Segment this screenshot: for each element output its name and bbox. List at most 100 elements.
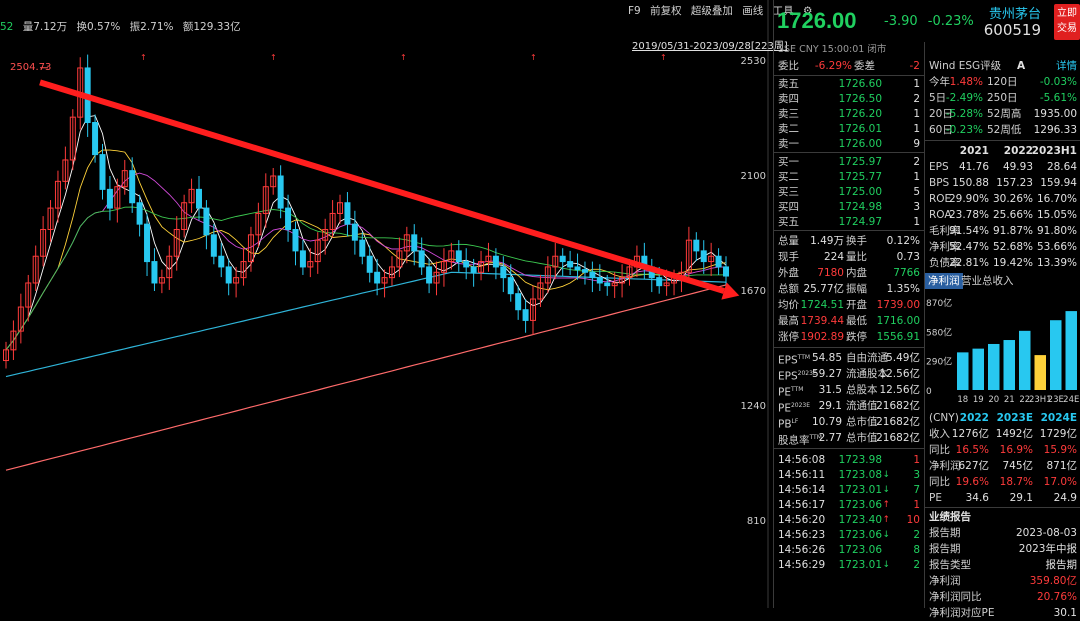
bid-label: 买二 — [778, 171, 799, 183]
bid-row: 买二 1725.77 1 — [774, 169, 924, 185]
bid-price: 1724.97 — [838, 216, 882, 228]
stat-row: 总量 1.49万 换手 0.12% — [774, 233, 924, 249]
candle-body — [500, 266, 507, 279]
valuation-value: 2.77 — [818, 432, 842, 444]
last-price: 1726.00 — [777, 8, 857, 33]
return-value: -0.23% — [945, 124, 983, 136]
valuation-row: EPSTTM 54.85 自由流通 5.49亿 — [774, 350, 924, 367]
draw-line-button[interactable]: 画线 — [742, 5, 763, 17]
forecast-year: 2022 — [959, 412, 989, 424]
report-title: 业绩报告 — [929, 511, 971, 523]
tick-row: 14:56:08 1723.98 1 — [774, 452, 924, 468]
forecast-value: 745亿 — [1002, 460, 1033, 472]
return-label: 250日 — [987, 92, 1018, 104]
bid-volume: 2 — [913, 156, 920, 168]
ask-volume: 1 — [913, 123, 920, 135]
forecast-year: 2024E — [1040, 412, 1077, 424]
forecast-label: 同比 — [929, 444, 950, 456]
stat-value: 1716.00 — [876, 315, 920, 327]
report-label: 报告类型 — [929, 559, 971, 571]
tick-time: 14:56:14 — [778, 484, 826, 496]
rev-bar — [972, 348, 984, 390]
tick-row: 14:56:14 1723.01 ↓ 7 — [774, 482, 924, 498]
forecast-value: 15.9% — [1043, 444, 1077, 456]
y-tick: 810 — [746, 516, 766, 527]
candle-body — [700, 250, 707, 263]
candle-body — [195, 188, 202, 209]
candle-body — [470, 266, 477, 273]
tick-arrow: ↓ — [882, 485, 890, 495]
candle-body — [656, 277, 663, 287]
tick-price: 1723.01 — [838, 559, 882, 571]
tick-arrow: ↓ — [882, 470, 890, 480]
fin-row: BPS 150.88 157.23 159.94 — [925, 175, 1080, 191]
report-label: 报告期 — [929, 543, 961, 555]
fin-value: 91.54% — [948, 225, 989, 237]
tick-row: 14:56:11 1723.08 ↓ 3 — [774, 467, 924, 483]
stat-row: 最高 1739.44 最低 1716.00 — [774, 313, 924, 329]
valuation-value: 29.1 — [818, 400, 842, 412]
rev-bar — [988, 343, 1000, 390]
tick-arrow: ↑ — [882, 515, 890, 525]
ask-label: 卖一 — [778, 138, 799, 150]
esg-detail-link[interactable]: 详情 — [1056, 58, 1077, 74]
forecast-row: 同比 19.6% 18.7% 17.0% — [925, 474, 1080, 490]
right-column: Wind ESG评级 A 详情 今年 1.48% 120日 -0.03% 5日 -2.49… — [925, 58, 1080, 619]
bid-row: 买一 1725.97 2 — [774, 154, 924, 170]
ask-label: 卖四 — [778, 93, 799, 105]
valuation-row: PBLF 10.79 总市值 21682亿 — [774, 414, 924, 431]
ask-label: 卖五 — [778, 78, 799, 90]
rev-x-tick: 23E — [1048, 395, 1064, 405]
info-volume: 量7.12万 — [22, 21, 68, 33]
bid-volume: 5 — [913, 186, 920, 198]
kline-chart-area[interactable]: ↑ ↑ ↑ ↑ ↑ — [0, 0, 770, 608]
report-row: 净利润对应PE 30.1 — [925, 605, 1080, 621]
bid-volume: 1 — [913, 216, 920, 228]
stock-name[interactable]: 贵州茅台 — [989, 3, 1041, 22]
tab-revenue[interactable]: 营业总收入 — [961, 273, 1014, 289]
stat-label: 最低 — [846, 315, 867, 327]
rev-bar — [1003, 340, 1015, 390]
tab-net-profit[interactable]: 净利润 — [925, 273, 963, 289]
weibi-value: -6.29% — [814, 60, 852, 72]
report-value: 2023-08-03 — [1015, 527, 1077, 539]
rev-y-tick: 870亿 — [926, 298, 952, 309]
valuation-row: PE2023E 29.1 流通值 21682亿 — [774, 398, 924, 415]
stat-label: 振幅 — [846, 283, 867, 295]
valuation-value: 31.5 — [818, 384, 842, 396]
stat-row: 现手 224 量比 0.73 — [774, 249, 924, 265]
trade-now-button[interactable]: 立即交易 — [1054, 4, 1080, 40]
stock-code: 600519 — [983, 21, 1041, 39]
tick-time: 14:56:17 — [778, 499, 826, 511]
candle-body — [426, 266, 433, 284]
f9-button[interactable]: F9 — [628, 5, 641, 17]
forecast-label: 同比 — [929, 476, 950, 488]
candle-body — [574, 266, 581, 271]
forecast-value: 29.1 — [1009, 492, 1033, 504]
forecast-value: 19.6% — [955, 476, 989, 488]
fin-value: 29.90% — [948, 193, 989, 205]
top-info-bar: 52 量7.12万 换0.57% 振2.71% 额129.33亿 — [0, 19, 247, 34]
weicha-label: 委差 — [854, 60, 875, 72]
forecast-value: 34.6 — [965, 492, 989, 504]
kline-chart[interactable]: ↑ ↑ ↑ ↑ ↑ — [0, 0, 770, 608]
forecast-value: 1276亿 — [951, 428, 989, 440]
stat-value: 1.49万 — [810, 235, 844, 247]
forecast-header: (CNY) 2022 2023E 2024E — [925, 410, 1080, 426]
adjust-button[interactable]: 前复权 — [650, 5, 682, 17]
report-row: 报告期 2023-08-03 — [925, 525, 1080, 541]
stat-value: 0.12% — [886, 235, 920, 247]
return-row: 今年 1.48% 120日 -0.03% — [925, 74, 1080, 90]
valuation-value: 59.27 — [811, 368, 842, 380]
bid-row: 买三 1725.00 5 — [774, 184, 924, 200]
fin-value: 150.88 — [952, 177, 989, 189]
weibi-label: 委比 — [778, 60, 799, 72]
tick-time: 14:56:26 — [778, 544, 826, 556]
stat-label: 现手 — [778, 251, 799, 263]
date-range-label[interactable]: 2019/05/31-2023/09/28[223周] — [632, 37, 788, 52]
tick-price: 1723.40 — [838, 514, 882, 526]
overlay-button[interactable]: 超级叠加 — [691, 5, 733, 17]
tick-time: 14:56:20 — [778, 514, 826, 526]
valuation-value: 12.56亿 — [879, 384, 920, 396]
report-row: 报告期 2023年中报 — [925, 541, 1080, 557]
